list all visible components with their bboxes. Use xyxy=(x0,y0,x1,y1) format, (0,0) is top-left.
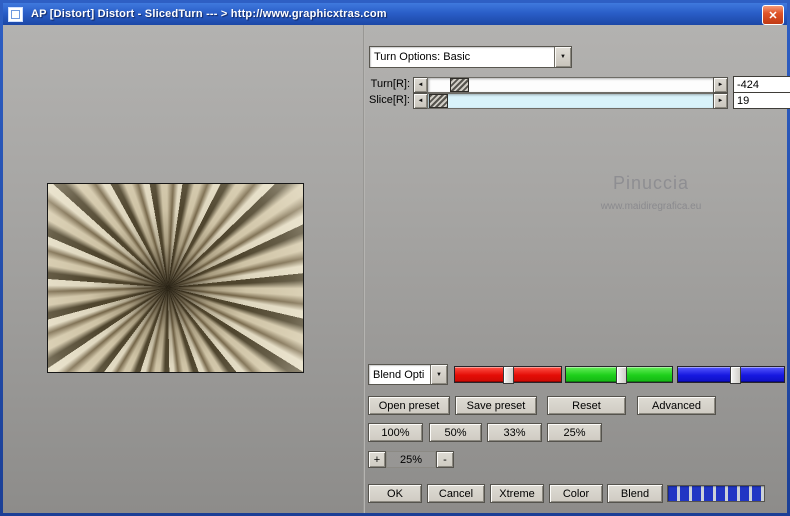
turn-decrement-button[interactable]: ◄ xyxy=(413,77,428,93)
watermark: Pinuccia www.maidiregrafica.eu xyxy=(558,173,744,212)
red-slider-thumb[interactable] xyxy=(503,366,514,384)
blend-options-dropdown[interactable]: Blend Opti ▼ xyxy=(368,364,448,385)
arrow-right-icon: ► xyxy=(717,82,724,88)
window-title: AP [Distort] Distort - SlicedTurn --- > … xyxy=(31,8,387,20)
slice-slider-track[interactable] xyxy=(427,93,714,109)
window-icon xyxy=(8,6,23,22)
dialog-body: Turn Options: Basic ▼ Turn[R]: ◄ ► -424 … xyxy=(3,25,790,513)
progress-indicator xyxy=(667,485,765,502)
zoom-out-button[interactable]: - xyxy=(436,451,454,468)
zoom-25-button[interactable]: 25% xyxy=(547,423,602,442)
color-button[interactable]: Color xyxy=(549,484,603,503)
xtreme-button[interactable]: Xtreme xyxy=(490,484,544,503)
green-channel-slider[interactable] xyxy=(565,366,673,384)
preview-image xyxy=(47,183,304,373)
ok-button[interactable]: OK xyxy=(368,484,422,503)
slice-slider-thumb[interactable] xyxy=(429,94,448,108)
arrow-left-icon: ◄ xyxy=(417,82,424,88)
zoom-50-button[interactable]: 50% xyxy=(429,423,482,442)
advanced-button[interactable]: Advanced xyxy=(637,396,716,415)
turn-options-dropdown[interactable]: Turn Options: Basic ▼ xyxy=(369,46,572,68)
turn-options-value: Turn Options: Basic xyxy=(374,51,471,63)
blue-slider-thumb[interactable] xyxy=(730,366,741,384)
plugin-dialog-window: AP [Distort] Distort - SlicedTurn --- > … xyxy=(0,0,790,516)
zoom-100-button[interactable]: 100% xyxy=(368,423,423,442)
turn-slider-label: Turn[R]: xyxy=(370,78,410,90)
red-channel-slider[interactable] xyxy=(454,366,562,384)
turn-value-field[interactable]: -424 xyxy=(733,76,790,93)
chevron-down-icon: ▼ xyxy=(436,371,442,378)
slice-slider-label: Slice[R]: xyxy=(369,94,410,106)
save-preset-button[interactable]: Save preset xyxy=(455,396,537,415)
turn-slider-track[interactable] xyxy=(427,77,714,93)
close-icon: ✕ xyxy=(768,9,778,22)
turn-slider-thumb[interactable] xyxy=(450,78,469,92)
blend-options-dropdown-button[interactable]: ▼ xyxy=(430,365,447,384)
open-preset-button[interactable]: Open preset xyxy=(368,396,450,415)
turn-increment-button[interactable]: ► xyxy=(713,77,728,93)
slice-increment-button[interactable]: ► xyxy=(713,93,728,109)
slice-decrement-button[interactable]: ◄ xyxy=(413,93,428,109)
zoom-level-value: 25% xyxy=(386,451,436,468)
chevron-down-icon: ▼ xyxy=(560,54,566,60)
turn-options-dropdown-button[interactable]: ▼ xyxy=(554,47,571,67)
reset-button[interactable]: Reset xyxy=(547,396,626,415)
watermark-name: Pinuccia xyxy=(612,173,690,193)
green-slider-thumb[interactable] xyxy=(616,366,627,384)
blend-button[interactable]: Blend xyxy=(607,484,663,503)
watermark-url: www.maidiregrafica.eu xyxy=(600,201,702,212)
slice-value-field[interactable]: 19 xyxy=(733,92,790,109)
title-bar[interactable]: AP [Distort] Distort - SlicedTurn --- > … xyxy=(3,3,787,25)
cancel-button[interactable]: Cancel xyxy=(427,484,485,503)
arrow-left-icon: ◄ xyxy=(417,98,424,104)
blue-channel-slider[interactable] xyxy=(677,366,785,384)
zoom-33-button[interactable]: 33% xyxy=(487,423,542,442)
zoom-in-button[interactable]: + xyxy=(368,451,386,468)
blend-options-value: Blend Opti xyxy=(373,368,425,381)
arrow-right-icon: ► xyxy=(717,98,724,104)
close-button[interactable]: ✕ xyxy=(762,5,784,25)
